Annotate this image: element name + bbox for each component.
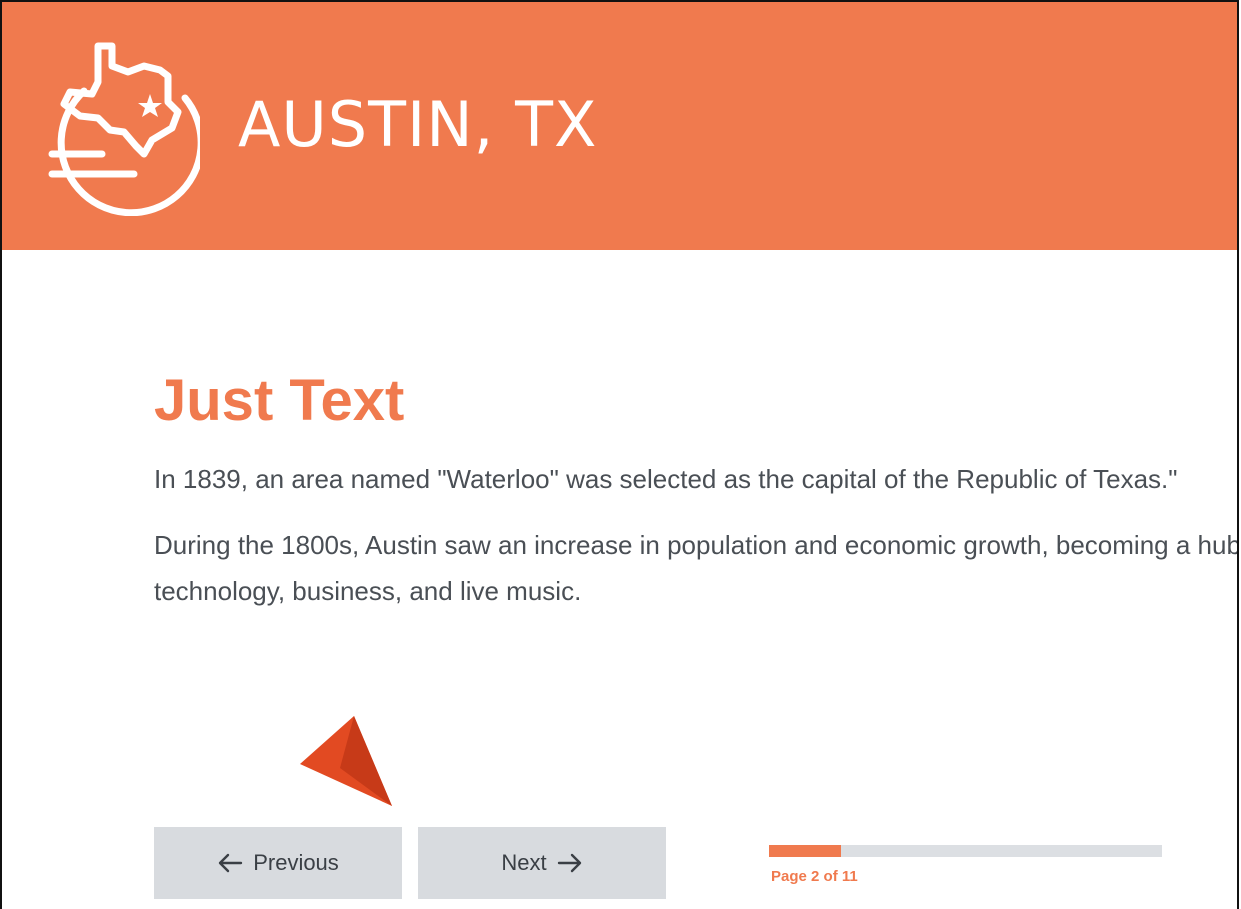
next-label: Next [501, 850, 547, 875]
progress-fill [769, 845, 841, 857]
page-frame: AUSTIN, TX Just Text In 1839, an area na… [0, 0, 1239, 909]
arrow-right-icon [557, 853, 581, 873]
next-button[interactable]: Next [418, 827, 666, 899]
page-title: Just Text [154, 368, 405, 433]
progress-bar [769, 845, 1162, 857]
arrow-left-icon [219, 853, 243, 873]
brand-title: AUSTIN, TX [238, 88, 598, 161]
paragraph-history: In 1839, an area named "Waterloo" was se… [154, 464, 1178, 494]
site-header: AUSTIN, TX [2, 2, 1237, 250]
previous-label: Previous [253, 850, 339, 875]
paragraph-growth: During the 1800s, Austin saw an increase… [154, 530, 1239, 606]
main-content: Just Text In 1839, an area named "Waterl… [154, 368, 1239, 614]
texas-state-logo-icon [48, 42, 200, 216]
pointer-cursor-icon [300, 716, 392, 806]
page-indicator: Page 2 of 11 [771, 868, 858, 885]
previous-button[interactable]: Previous [154, 827, 402, 899]
